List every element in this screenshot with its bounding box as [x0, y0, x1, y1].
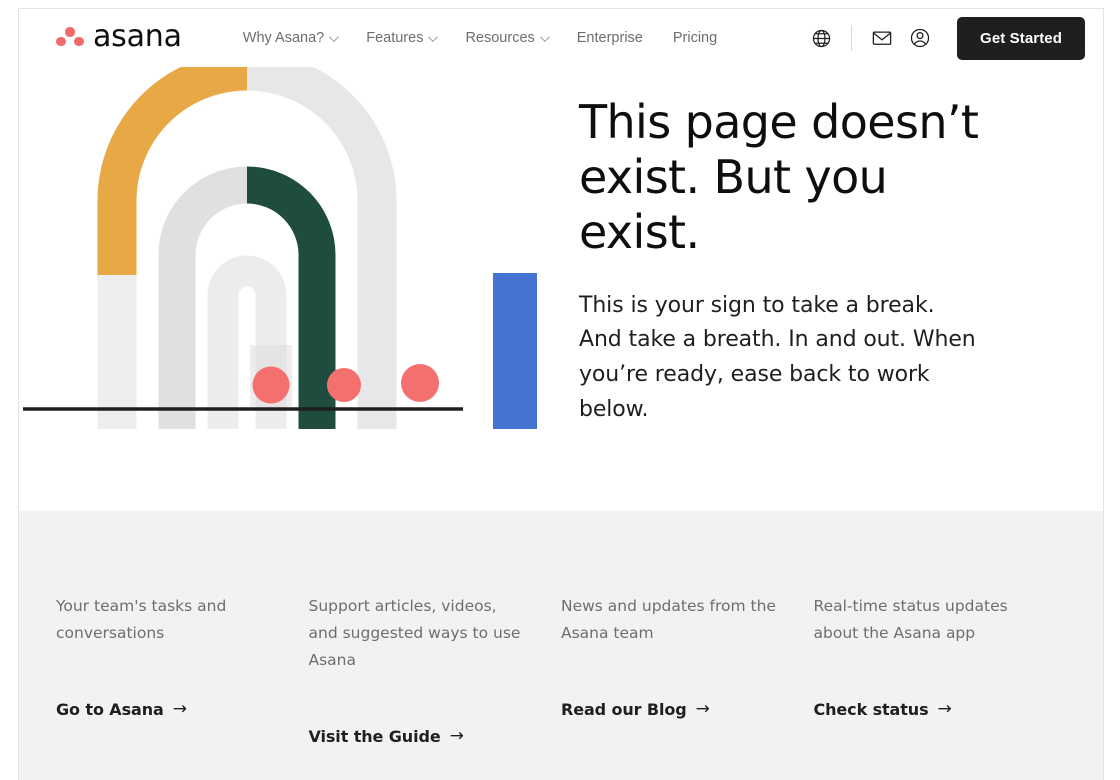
nav-item-pricing[interactable]: Pricing — [658, 24, 732, 52]
blue-bar — [493, 273, 537, 429]
footer-grid: Your team's tasks and conversations Go t… — [56, 593, 1066, 747]
footer-column-description: Your team's tasks and conversations — [56, 597, 227, 643]
nav-label: Enterprise — [576, 30, 643, 46]
footer-column-description: Real-time status updates about the Asana… — [813, 597, 1008, 643]
page-subtitle: This is your sign to take a break. And t… — [579, 292, 976, 422]
globe-icon[interactable] — [802, 19, 840, 57]
footer-link-visit-the-guide[interactable]: Visit the Guide → — [309, 726, 464, 746]
coral-dot — [252, 366, 290, 404]
primary-navigation: Why Asana? Features Resources Enterprise… — [228, 24, 732, 52]
footer-link-label: Visit the Guide — [308, 726, 441, 746]
coral-dot — [327, 368, 361, 402]
footer-link-read-our-blog[interactable]: Read our Blog → — [561, 699, 710, 719]
footer-column-description: Support articles, videos, and suggested … — [308, 597, 521, 670]
chevron-down-icon — [539, 31, 550, 42]
arrow-right-icon: → — [695, 699, 710, 720]
arrow-right-icon: → — [937, 699, 952, 720]
footer-link-check-status[interactable]: Check status → — [814, 699, 952, 719]
header-divider — [851, 25, 853, 51]
footer-link-label: Read our Blog — [561, 699, 687, 719]
footer-column-blog: News and updates from the Asana team Rea… — [561, 593, 814, 747]
page-title: This page doesn’t exist. But you exist. — [579, 95, 979, 260]
nav-item-features[interactable]: Features — [351, 24, 450, 52]
nav-label: Features — [366, 30, 424, 46]
nav-item-why-asana[interactable]: Why Asana? — [228, 24, 351, 52]
nav-item-enterprise[interactable]: Enterprise — [562, 24, 658, 52]
arrow-right-icon: → — [172, 699, 187, 720]
asana-logo-dots-icon — [56, 27, 84, 49]
footer-column-go-to-asana: Your team's tasks and conversations Go t… — [56, 593, 309, 747]
footer-column-description: News and updates from the Asana team — [561, 597, 776, 643]
hero-section: This page doesn’t exist. But you exist. … — [19, 67, 1103, 511]
user-account-icon[interactable] — [901, 19, 939, 57]
footer-column-status: Real-time status updates about the Asana… — [814, 593, 1067, 747]
envelope-icon[interactable] — [863, 19, 901, 57]
asana-logo[interactable]: asana — [56, 19, 182, 54]
nav-item-resources[interactable]: Resources — [450, 24, 561, 52]
coral-dot — [401, 364, 439, 402]
browser-viewport: asana Why Asana? Features Resources Ente… — [18, 8, 1104, 780]
get-started-button[interactable]: Get Started — [957, 16, 1085, 60]
asana-wordmark: asana — [93, 19, 182, 54]
footer-links-band: Your team's tasks and conversations Go t… — [19, 511, 1103, 780]
header-actions: Get Started — [802, 16, 1085, 60]
chevron-down-icon — [428, 31, 439, 42]
footer-link-go-to-asana[interactable]: Go to Asana → — [56, 699, 187, 719]
footer-column-guide: Support articles, videos, and suggested … — [309, 593, 562, 747]
hero-copy: This page doesn’t exist. But you exist. … — [579, 67, 1103, 428]
site-header: asana Why Asana? Features Resources Ente… — [19, 9, 1103, 67]
nav-label: Resources — [465, 30, 535, 46]
nav-label: Why Asana? — [242, 30, 325, 46]
footer-link-label: Go to Asana — [56, 699, 164, 719]
nav-label: Pricing — [672, 30, 718, 46]
chevron-down-icon — [329, 31, 340, 42]
concentric-arches-illustration — [19, 67, 579, 511]
arches-svg — [23, 67, 537, 429]
arrow-right-icon: → — [449, 726, 464, 747]
footer-link-label: Check status — [813, 699, 929, 719]
